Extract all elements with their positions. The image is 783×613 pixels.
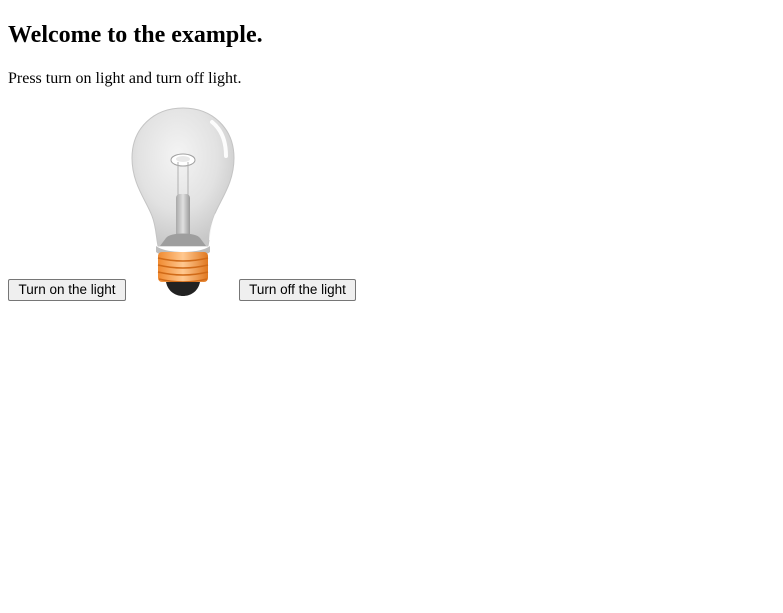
light-bulb-off-icon: [131, 107, 235, 296]
page-content: Welcome to the example. Press turn on li…: [8, 0, 768, 301]
page-title: Welcome to the example.: [8, 22, 263, 48]
light-controls: Turn on the light Turn off the light: [8, 104, 408, 304]
instructions-text: Press turn on light and turn off light.: [8, 70, 242, 87]
turn-on-light-button[interactable]: Turn on the light: [8, 279, 126, 301]
turn-off-light-button[interactable]: Turn off the light: [239, 279, 356, 301]
